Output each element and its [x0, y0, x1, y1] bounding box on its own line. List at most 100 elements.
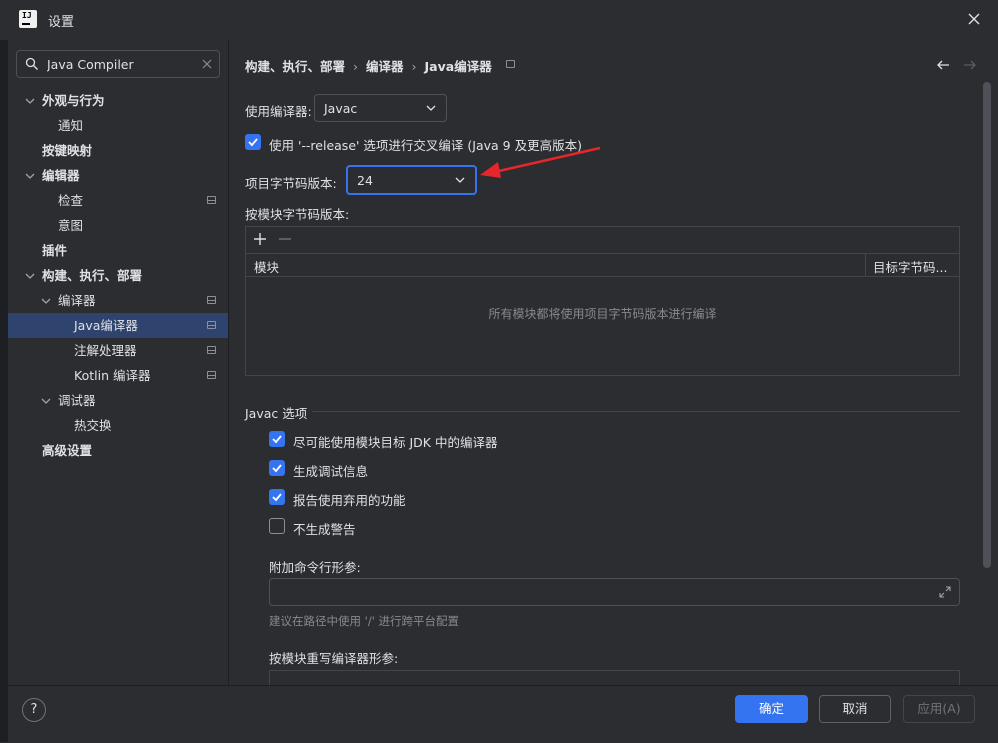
sidebar-item-editor[interactable]: 编辑器 [8, 163, 228, 188]
sidebar-item-label: 热交换 [74, 418, 112, 433]
path-hint: 建议在路径中使用 '/' 进行跨平台配置 [269, 614, 460, 628]
app-logo-icon: IJ [19, 10, 37, 28]
project-settings-icon [207, 196, 216, 204]
check-icon [272, 435, 282, 444]
sidebar-item-intentions[interactable]: 意图 [8, 213, 228, 238]
opt-no-warnings-label: 不生成警告 [293, 522, 356, 537]
breadcrumb-build[interactable]: 构建、执行、部署 [245, 59, 345, 74]
opt-debug-info-label: 生成调试信息 [293, 464, 369, 479]
table-toolbar [246, 227, 959, 254]
table-empty-text: 所有模块都将使用项目字节码版本进行编译 [488, 307, 717, 321]
settings-search[interactable] [16, 50, 220, 78]
sidebar-item-compiler[interactable]: 编译器 [8, 288, 228, 313]
check-icon [272, 493, 282, 502]
chevron-down-icon [426, 105, 436, 111]
extra-args-input[interactable] [269, 578, 960, 606]
project-settings-icon [207, 296, 216, 304]
sidebar-item-label: 按键映射 [42, 143, 93, 158]
chevron-down-icon [455, 177, 465, 183]
opt-no-warnings-checkbox[interactable] [269, 518, 285, 534]
chevron-down-icon[interactable] [25, 171, 35, 181]
sidebar-item-label: 插件 [42, 243, 68, 258]
project-settings-icon [506, 60, 515, 68]
breadcrumb-compiler[interactable]: 编译器 [366, 59, 404, 74]
add-icon[interactable] [253, 232, 267, 246]
opt-deprecation-label: 报告使用弃用的功能 [293, 493, 406, 508]
scrollbar[interactable] [983, 82, 991, 568]
window-edge [0, 40, 8, 742]
project-settings-icon [207, 371, 216, 379]
apply-button[interactable]: 应用(A) [903, 695, 975, 723]
back-arrow-icon[interactable] [935, 57, 951, 73]
close-icon[interactable] [966, 11, 982, 27]
sidebar-item-hotswap[interactable]: 热交换 [8, 413, 228, 438]
sidebar-item-label: 检查 [58, 193, 84, 208]
bytecode-version-select[interactable]: 24 [346, 165, 477, 195]
check-icon [248, 138, 258, 147]
ok-button[interactable]: 确定 [735, 695, 808, 723]
compiler-select[interactable]: Javac [314, 94, 447, 122]
project-settings-icon [207, 346, 216, 354]
column-module[interactable]: 模块 [254, 257, 279, 276]
sidebar-item-kotlin-compiler[interactable]: Kotlin 编译器 [8, 363, 228, 388]
sidebar-item-label: Kotlin 编译器 [74, 368, 151, 383]
sidebar-item-label: 通知 [58, 118, 84, 133]
compiler-label: 使用编译器: [245, 104, 312, 119]
sidebar-item-java-compiler[interactable]: Java编译器 [8, 313, 228, 338]
javac-section-title: Javac 选项 [245, 406, 308, 421]
sidebar-item-build[interactable]: 构建、执行、部署 [8, 263, 228, 288]
sidebar-item-plugins[interactable]: 插件 [8, 238, 228, 263]
column-target-bytecode[interactable]: 目标字节码... [873, 257, 947, 276]
sidebar-item-annotation-processors[interactable]: 注解处理器 [8, 338, 228, 363]
override-args-label: 按模块重写编译器形参: [269, 651, 399, 666]
opt-use-module-jdk-label: 尽可能使用模块目标 JDK 中的编译器 [293, 435, 498, 450]
cancel-button[interactable]: 取消 [819, 695, 891, 723]
per-module-label: 按模块字节码版本: [245, 207, 350, 222]
bytecode-value: 24 [357, 172, 373, 188]
sidebar-item-label: 编辑器 [42, 168, 80, 183]
chevron-down-icon[interactable] [41, 296, 51, 306]
search-icon [25, 57, 38, 70]
sidebar-item-keymap[interactable]: 按键映射 [8, 138, 228, 163]
chevron-down-icon[interactable] [25, 271, 35, 281]
column-divider[interactable] [865, 254, 866, 276]
sidebar-item-label: 编译器 [58, 293, 96, 308]
opt-debug-info-checkbox[interactable] [269, 460, 285, 476]
forward-arrow-icon[interactable] [962, 57, 978, 73]
release-checkbox[interactable] [245, 134, 261, 150]
per-module-table: 模块 目标字节码... 所有模块都将使用项目字节码版本进行编译 [245, 226, 960, 376]
sidebar-item-label: 构建、执行、部署 [42, 268, 143, 283]
sidebar-item-label: 高级设置 [42, 443, 93, 458]
chevron-down-icon[interactable] [25, 96, 35, 106]
compiler-value: Javac [324, 100, 358, 116]
annotation-arrow-icon [480, 146, 601, 178]
title-bar [0, 0, 998, 40]
opt-deprecation-checkbox[interactable] [269, 489, 285, 505]
sidebar-item-label: 注解处理器 [74, 343, 137, 358]
sidebar-item-label: 外观与行为 [42, 93, 105, 108]
search-input[interactable] [47, 51, 197, 77]
chevron-down-icon[interactable] [41, 396, 51, 406]
table-header: 模块 目标字节码... [246, 254, 959, 277]
expand-icon[interactable] [939, 586, 951, 598]
breadcrumb: 构建、执行、部署 › 编译器 › Java编译器 [245, 56, 492, 75]
sidebar-item-appearance[interactable]: 外观与行为 [8, 88, 228, 113]
sidebar-item-label: Java编译器 [74, 318, 138, 333]
breadcrumb-java-compiler: Java编译器 [424, 59, 492, 74]
bytecode-label: 项目字节码版本: [245, 176, 337, 191]
sidebar-item-label: 意图 [58, 218, 84, 233]
clear-search-icon[interactable] [201, 58, 213, 70]
sidebar-item-advanced[interactable]: 高级设置 [8, 438, 228, 463]
remove-icon[interactable] [279, 238, 291, 240]
breadcrumb-separator: › [353, 59, 359, 74]
help-button[interactable]: ? [22, 698, 46, 722]
extra-args-label: 附加命令行形参: [269, 560, 361, 575]
sidebar-item-notifications[interactable]: 通知 [8, 113, 228, 138]
sidebar-item-inspections[interactable]: 检查 [8, 188, 228, 213]
opt-use-module-jdk-checkbox[interactable] [269, 431, 285, 447]
window-title: 设置 [48, 15, 75, 30]
sidebar-item-debugger[interactable]: 调试器 [8, 388, 228, 413]
project-settings-icon [207, 321, 216, 329]
section-divider [312, 411, 960, 412]
sidebar-item-label: 调试器 [58, 393, 96, 408]
